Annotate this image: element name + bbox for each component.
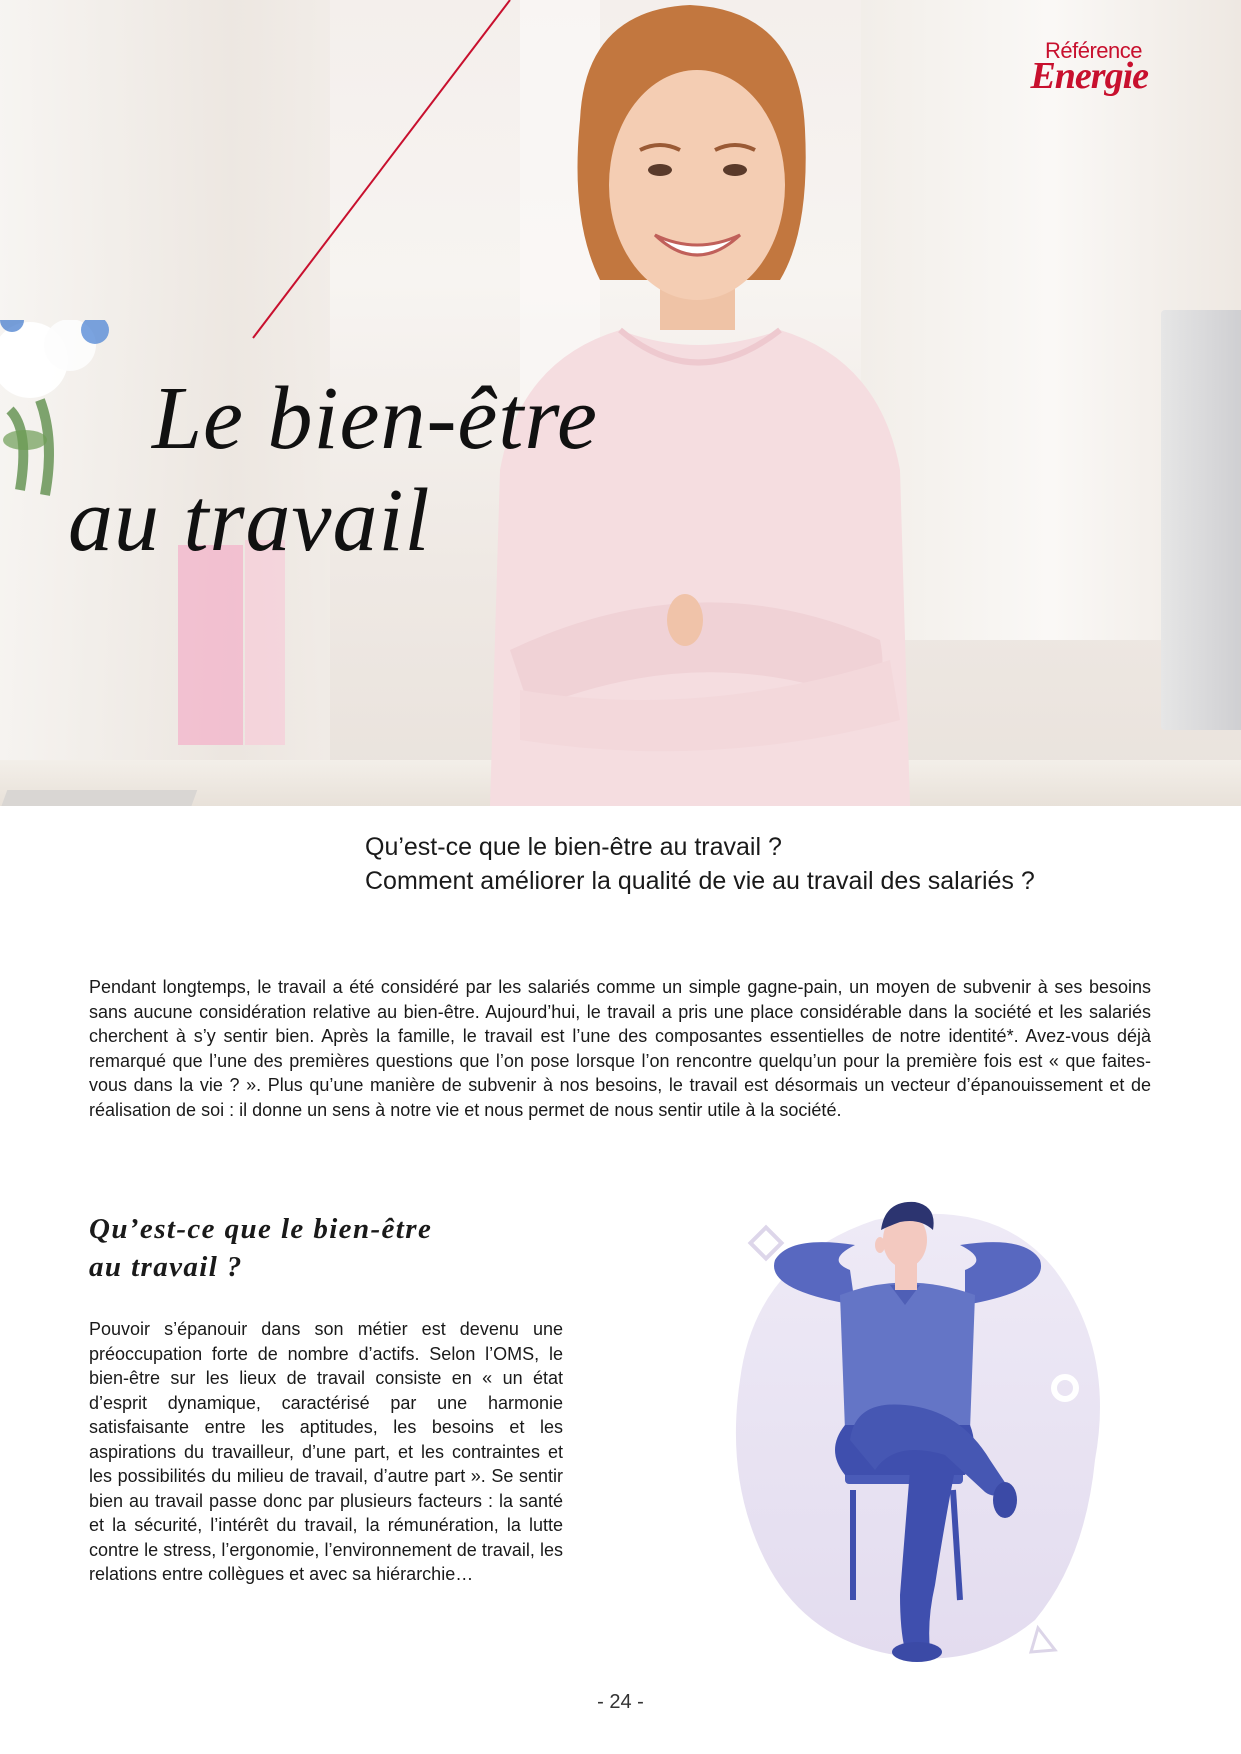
page-title-line2: au travail [68, 471, 431, 570]
brand-logo: Référence Energie [990, 38, 1170, 98]
question-1: Qu’est-ce que le bien-être au travail ? [365, 833, 782, 861]
section-body: Pouvoir s’épanouir dans son métier est d… [89, 1319, 563, 1584]
question-2: Comment améliorer la qualité de vie au t… [365, 867, 1035, 895]
relaxed-man-illustration [735, 1201, 1100, 1662]
section-heading: Qu’est-ce que le bien-être au travail ? [89, 1210, 432, 1286]
intro-paragraph: Pendant longtemps, le travail a été cons… [89, 977, 1151, 1120]
page-title-line1: Le bien-être [152, 369, 599, 468]
computer-monitor [1161, 310, 1241, 730]
page-number: - 24 - [597, 1691, 644, 1713]
section-heading-line1: Qu’est-ce que le bien-être [89, 1213, 433, 1245]
page-title: Le bien-être au travail [68, 368, 598, 572]
section-heading-line2: au travail ? [89, 1251, 243, 1283]
brand-logo-line2: Energie [1030, 55, 1149, 97]
pink-binder [178, 545, 243, 745]
questions-box: Qu’est-ce que le bien-être au travail ? … [325, 806, 1241, 916]
tablet-on-desk [0, 790, 198, 806]
